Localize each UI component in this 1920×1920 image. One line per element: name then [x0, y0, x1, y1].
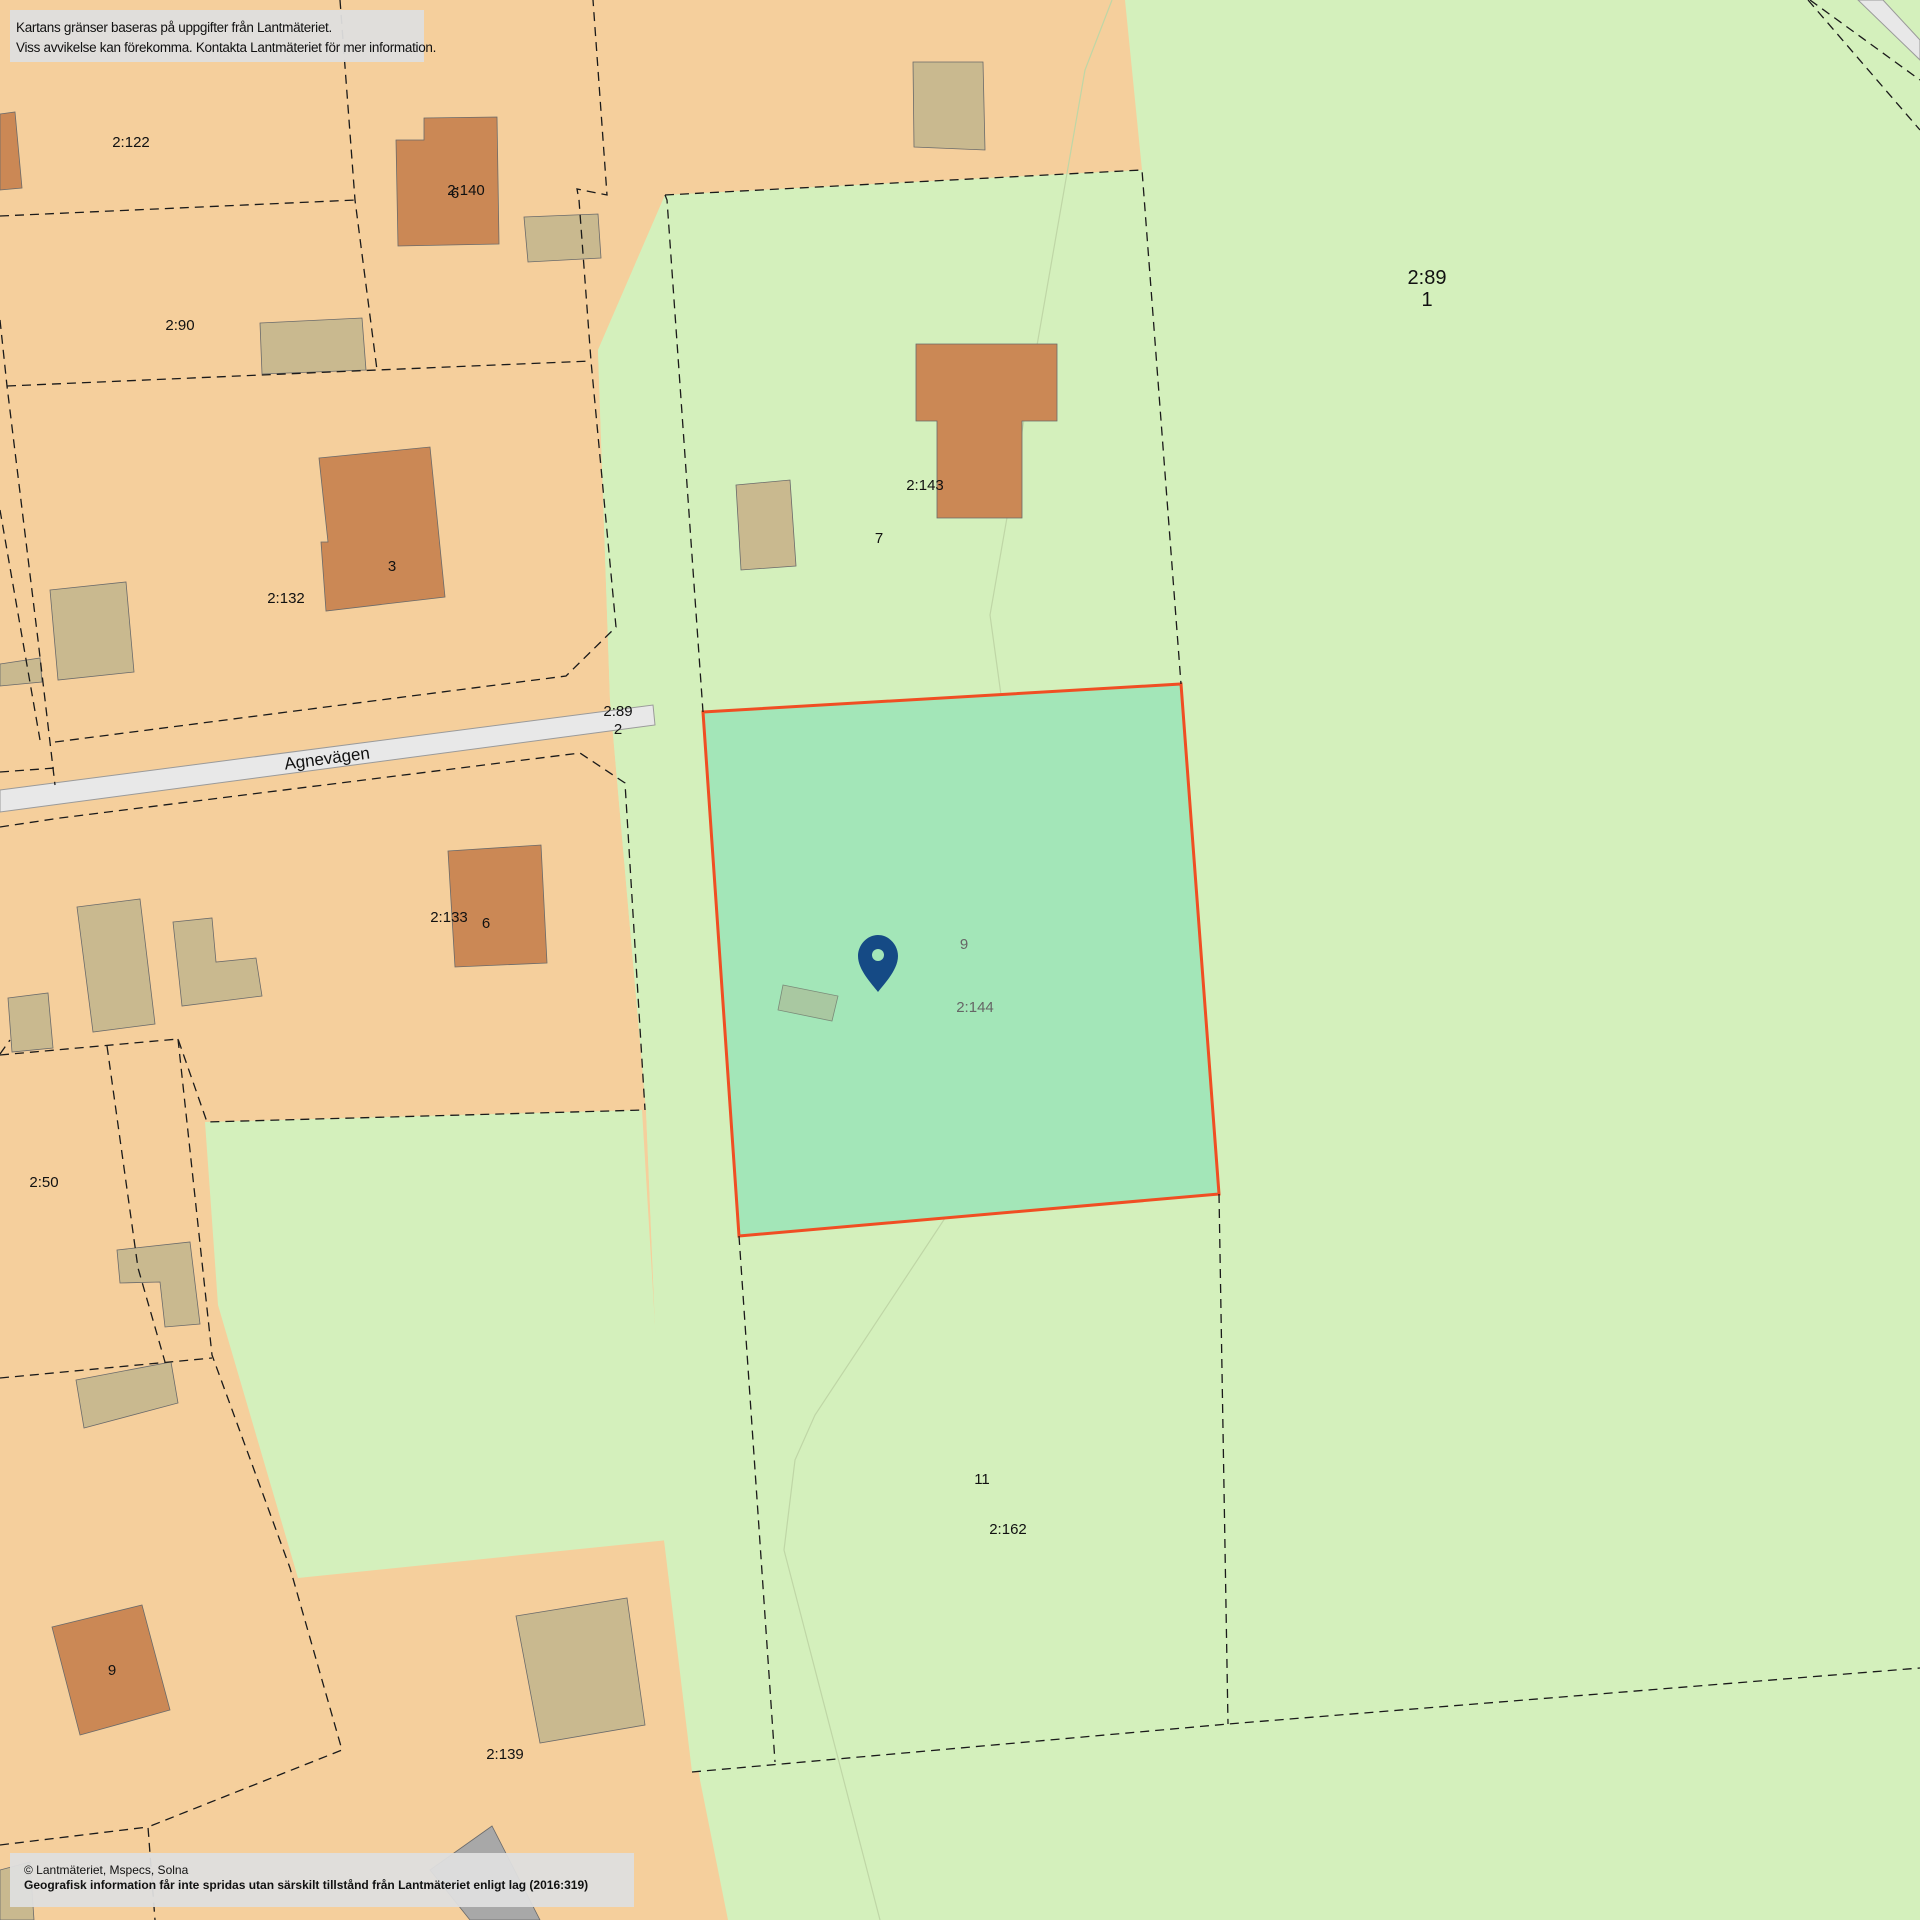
label-2-139: 2:139 [486, 1746, 524, 1763]
label-9: 9 [108, 1662, 116, 1679]
copyright-notice: © Lantmäteriet, Mspecs, Solna Geografisk… [10, 1853, 634, 1907]
label-2-162: 2:162 [989, 1521, 1027, 1538]
selected-parcel-number: 9 [960, 936, 968, 953]
disclaimer-line-2: Viss avvikelse kan förekomma. Kontakta L… [16, 40, 437, 55]
label-6: 6 [451, 185, 459, 202]
label-2: 2 [614, 721, 622, 738]
label-2-143: 2:143 [906, 477, 944, 494]
label-1: 1 [1421, 289, 1432, 311]
copyright-line-2: Geografisk information får inte spridas … [24, 1878, 589, 1892]
boundary-disclaimer: Kartans gränser baseras på uppgifter frå… [10, 10, 437, 62]
label-3: 3 [388, 558, 396, 575]
copyright-line-1: © Lantmäteriet, Mspecs, Solna [24, 1863, 189, 1877]
label-2-122: 2:122 [112, 134, 150, 151]
map-canvas[interactable]: 2:122 2:140 6 2:90 2:89 1 2:143 7 3 2:13… [0, 0, 1920, 1920]
selected-parcel-designation: 2:144 [956, 999, 994, 1016]
label-2-89-north: 2:89 [1408, 267, 1447, 289]
selected-parcel-2-144[interactable] [701, 682, 1221, 1238]
label-2-89-road: 2:89 [603, 703, 632, 720]
label-2-50: 2:50 [29, 1174, 58, 1191]
property-map[interactable]: 2:122 2:140 6 2:90 2:89 1 2:143 7 3 2:13… [0, 0, 1920, 1920]
label-2-90: 2:90 [165, 317, 194, 334]
label-11: 11 [974, 1471, 990, 1488]
label-2-132: 2:132 [267, 590, 305, 607]
disclaimer-line-1: Kartans gränser baseras på uppgifter frå… [16, 20, 332, 35]
label-7: 7 [875, 530, 883, 547]
label-2-133: 2:133 [430, 909, 468, 926]
label-6-house: 6 [482, 915, 490, 932]
